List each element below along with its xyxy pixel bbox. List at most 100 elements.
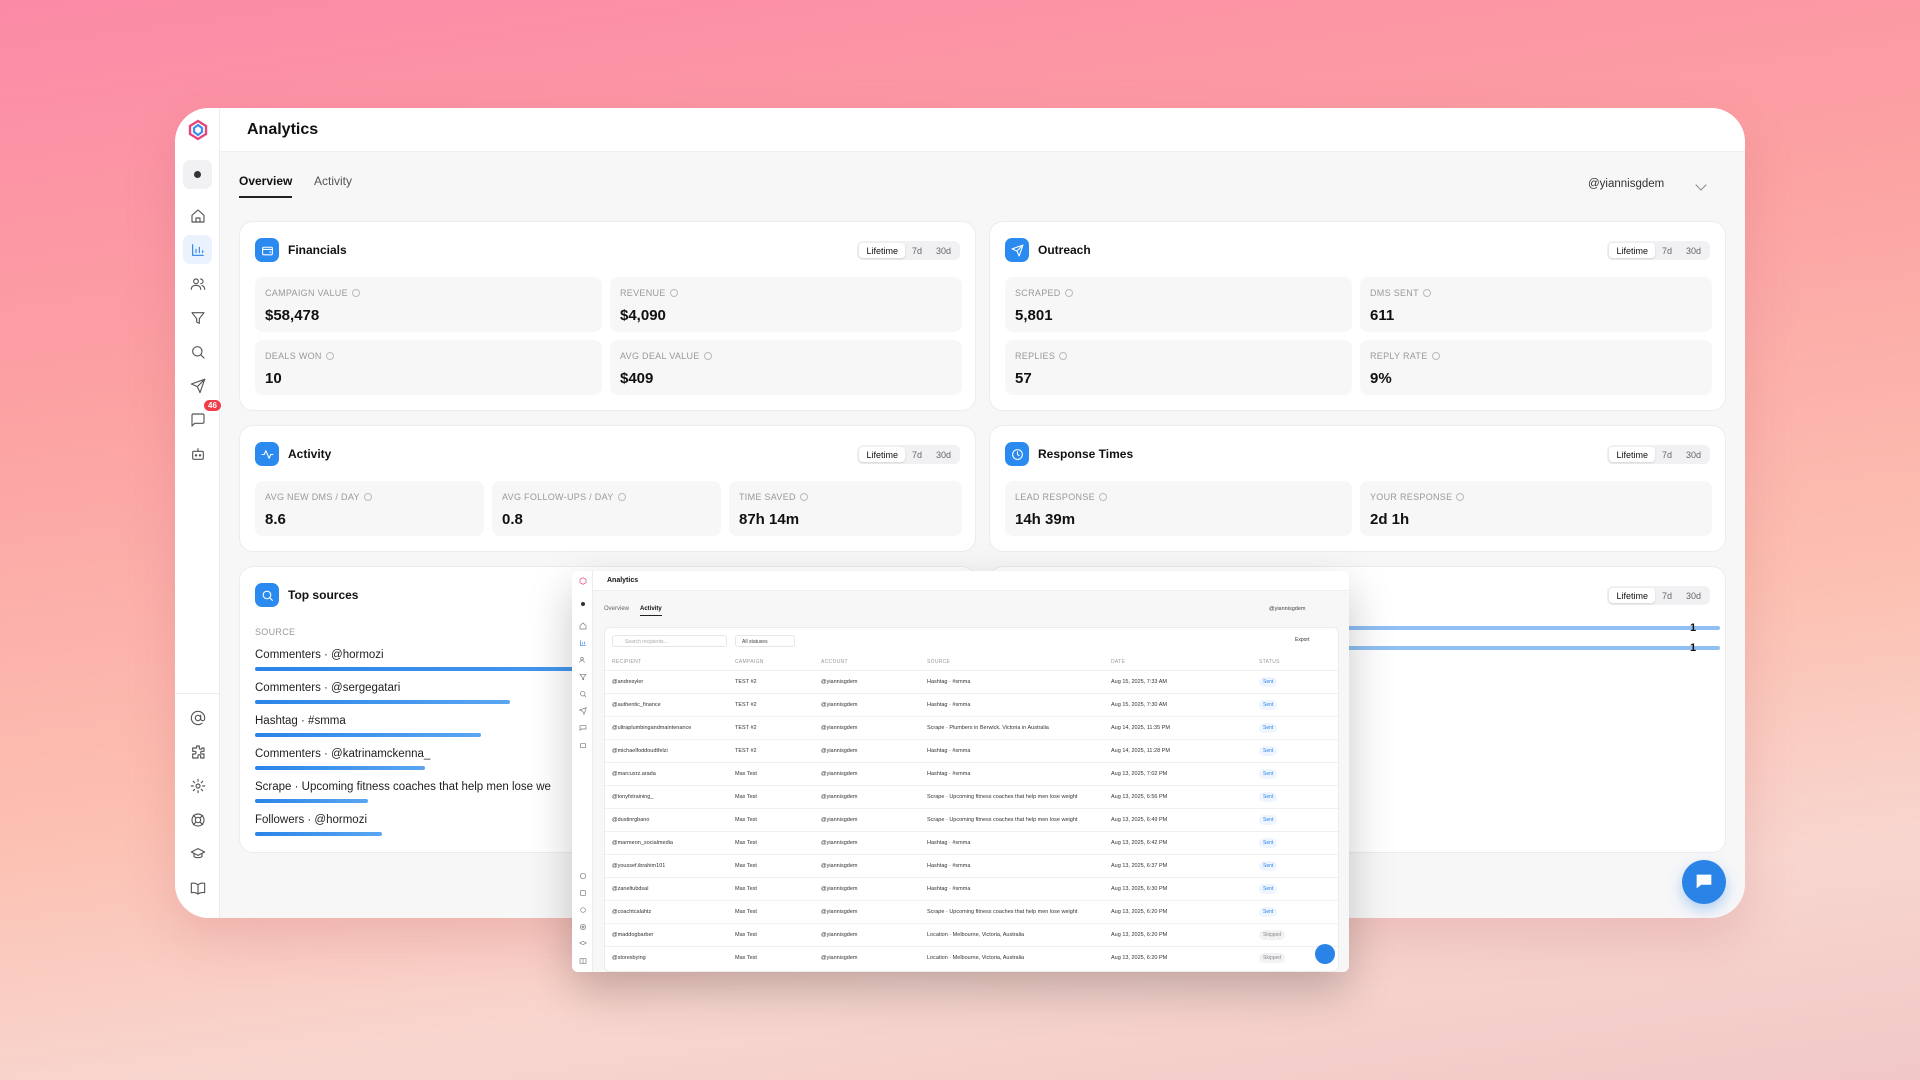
table-row[interactable]: @andresyler TEST #2 @yiannisgdem Hashtag · … — [605, 670, 1340, 693]
puzzle-icon — [191, 744, 205, 759]
range-30d[interactable]: 30d — [929, 243, 958, 258]
info-icon[interactable] — [1064, 289, 1073, 297]
metric-value: $58,478 — [265, 307, 320, 324]
mini-col-recipient: RECIPIENT — [612, 659, 642, 665]
account-select[interactable]: @yiannisgdem — [1578, 173, 1713, 197]
range-lifetime[interactable]: Lifetime — [1609, 447, 1655, 462]
cell-recipient: @storesbying — [612, 955, 646, 961]
source-count: 1 — [1690, 642, 1697, 654]
cell-date: Aug 15, 2025, 7:30 AM — [1111, 702, 1167, 708]
table-row[interactable]: @michaelfoddoudtfelzi TEST #2 @yiannisgdem… — [605, 739, 1340, 762]
range-30d[interactable]: 30d — [929, 447, 958, 462]
info-icon[interactable] — [1456, 493, 1465, 501]
metric-value: 0.8 — [502, 511, 523, 528]
sidebar-item-mentions[interactable] — [183, 703, 212, 732]
outreach-card: Outreach Lifetime 7d 30d SCRAPED 5,801 DMS … — [989, 221, 1726, 411]
table-row[interactable]: @zaneltubdsal Max Test @yiannisgdem Hashtag… — [605, 877, 1340, 900]
table-row[interactable]: @ultraplumbingandmaintenance TEST #2 @yian… — [605, 716, 1340, 739]
range-7d[interactable]: 7d — [1655, 588, 1679, 603]
status-button[interactable] — [183, 160, 212, 189]
table-row[interactable]: @marcusrz.arada Max Test @yiannisgdem Hasht… — [605, 762, 1340, 785]
range-lifetime[interactable]: Lifetime — [1609, 588, 1655, 603]
table-row[interactable]: @authentic_finance TEST #2 @yiannisgdem Has… — [605, 693, 1340, 716]
metric-label: DEALS WON — [265, 351, 322, 361]
range-30d[interactable]: 30d — [1679, 447, 1708, 462]
sidebar-item-docs[interactable] — [183, 873, 212, 902]
range-7d[interactable]: 7d — [1655, 447, 1679, 462]
metric-label: AVG FOLLOW-UPS / DAY — [502, 492, 614, 502]
wallet-icon — [255, 238, 279, 262]
mini-col-source: SOURCE — [927, 659, 951, 665]
info-icon[interactable] — [617, 493, 626, 501]
cell-campaign: Max Test — [735, 840, 757, 846]
cell-recipient: @andresyler — [612, 679, 644, 685]
table-row[interactable]: @coachtcalahtz Max Test @yiannisgdem Scrape… — [605, 900, 1340, 923]
range-lifetime[interactable]: Lifetime — [859, 243, 905, 258]
metric-revenue: REVENUE $4,090 — [610, 277, 962, 332]
sidebar-item-filters[interactable] — [183, 303, 212, 332]
metric-value: $4,090 — [620, 307, 666, 324]
table-row[interactable]: @dustinrgbano Max Test @yiannisgdem Scrape … — [605, 808, 1340, 831]
tab-overview[interactable]: Overview — [239, 174, 293, 198]
sidebar-item-search[interactable] — [183, 337, 212, 366]
metric-label: TIME SAVED — [739, 492, 796, 502]
sidebar-item-outreach[interactable] — [183, 371, 212, 400]
table-row[interactable]: @maddogbarber Max Test @yiannisgdem Locatio… — [605, 923, 1340, 946]
info-icon[interactable] — [1059, 352, 1068, 360]
status-badge: Sent — [1259, 792, 1278, 802]
info-icon[interactable] — [363, 493, 372, 501]
range-lifetime[interactable]: Lifetime — [1609, 243, 1655, 258]
sidebar-item-settings[interactable] — [183, 771, 212, 800]
cell-source: Hashtag · #smma — [927, 863, 971, 869]
tab-activity[interactable]: Activity — [314, 174, 352, 188]
range-30d[interactable]: 30d — [1679, 243, 1708, 258]
mini-export-button[interactable]: Export — [1295, 637, 1309, 643]
metric-label: AVG NEW DMS / DAY — [265, 492, 360, 502]
info-icon[interactable] — [325, 352, 334, 360]
mini-tab-overview[interactable]: Overview — [604, 606, 629, 612]
table-row[interactable]: @youssef.ibrahim101 Max Test @yiannisgdem H… — [605, 854, 1340, 877]
sidebar-item-support[interactable] — [183, 805, 212, 834]
sidebar: 46 — [175, 108, 222, 918]
range-7d[interactable]: 7d — [905, 447, 929, 462]
range-7d[interactable]: 7d — [1655, 243, 1679, 258]
app-logo-icon[interactable] — [187, 119, 209, 141]
range-lifetime[interactable]: Lifetime — [859, 447, 905, 462]
metric-time-saved: TIME SAVED 87h 14m — [729, 481, 962, 536]
mini-account-select[interactable]: @yiannisgdem — [1269, 606, 1305, 612]
mini-tab-activity[interactable]: Activity — [640, 606, 662, 616]
mini-status-filter[interactable]: All statuses — [735, 635, 795, 647]
card-title: Top sources — [288, 588, 359, 602]
info-icon[interactable] — [1422, 289, 1431, 297]
info-icon[interactable] — [351, 289, 360, 297]
chat-launcher-button[interactable] — [1682, 860, 1726, 904]
info-icon[interactable] — [1431, 352, 1440, 360]
info-icon[interactable] — [1098, 493, 1107, 501]
mini-puzzle-icon — [578, 888, 587, 897]
table-row[interactable]: @storesbying Max Test @yiannisgdem Location… — [605, 946, 1340, 969]
cell-source: Hashtag · #smma — [927, 679, 971, 685]
cell-campaign: Max Test — [735, 886, 757, 892]
sidebar-item-messages[interactable]: 46 — [183, 399, 222, 434]
metric-deals-won: DEALS WON 10 — [255, 340, 602, 395]
info-icon[interactable] — [799, 493, 808, 501]
sidebar-item-home[interactable] — [183, 201, 212, 230]
info-icon[interactable] — [669, 289, 678, 297]
range-7d[interactable]: 7d — [905, 243, 929, 258]
source-label: Commenters · @sergegatari — [255, 682, 401, 694]
sidebar-item-contacts[interactable] — [183, 269, 212, 298]
sidebar-item-integrations[interactable] — [183, 737, 212, 766]
at-sign-icon — [190, 710, 205, 725]
mini-search-input[interactable]: Search recipients... — [612, 635, 727, 647]
sidebar-item-academy[interactable] — [183, 839, 212, 868]
metric-label: REPLY RATE — [1370, 351, 1428, 361]
range-30d[interactable]: 30d — [1679, 588, 1708, 603]
table-row[interactable]: @marmeon_socialmedia Max Test @yiannisgdem… — [605, 831, 1340, 854]
table-row[interactable]: @tonyfxtraining_ Max Test @yiannisgdem Scra… — [605, 785, 1340, 808]
sidebar-item-bot[interactable] — [183, 439, 212, 468]
info-icon[interactable] — [703, 352, 712, 360]
cell-campaign: Max Test — [735, 932, 757, 938]
sidebar-item-analytics[interactable] — [183, 235, 212, 264]
metric-reply-rate: REPLY RATE 9% — [1360, 340, 1712, 395]
gear-icon — [190, 778, 205, 793]
